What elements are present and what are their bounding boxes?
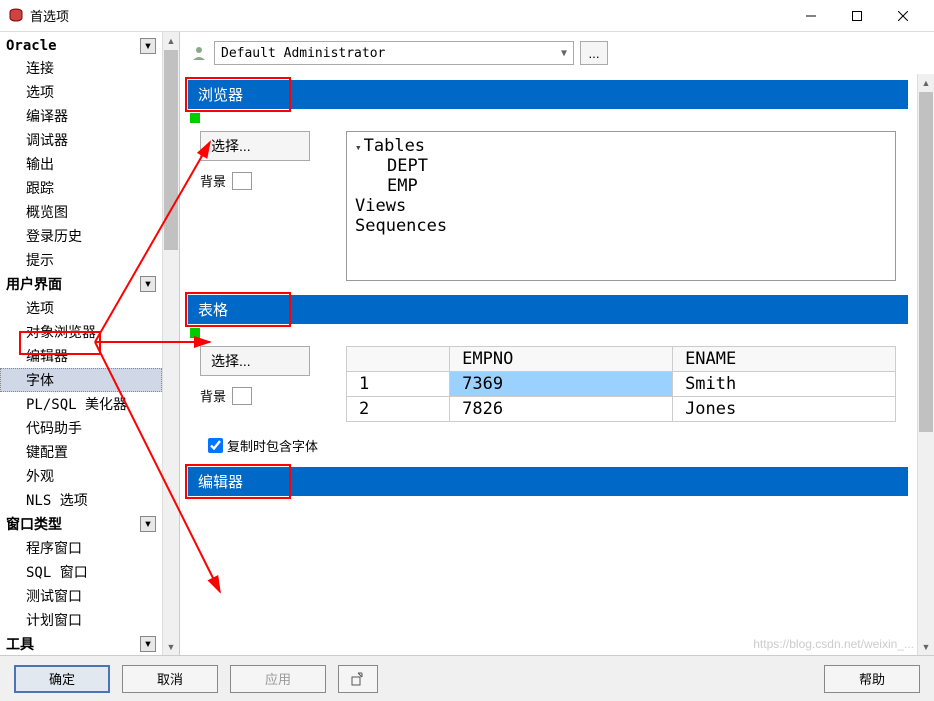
section-header-browser: 浏览器 (188, 80, 908, 109)
tree-sibling: Views (355, 196, 887, 216)
footer: 确定 取消 应用 帮助 (0, 655, 934, 701)
tree-child: DEPT (355, 156, 887, 176)
chevron-down-icon[interactable]: ▾ (140, 516, 156, 532)
tree-item[interactable]: 登录历史 (0, 224, 162, 248)
tree-item[interactable]: 调试器 (0, 128, 162, 152)
help-button[interactable]: 帮助 (824, 665, 920, 693)
tree-group-header[interactable]: 工具▾ (0, 632, 162, 655)
bg-label: 背景 (200, 171, 226, 190)
tree-group-header[interactable]: 用户界面▾ (0, 272, 162, 296)
app-icon (8, 8, 24, 24)
sidebar-scrollbar[interactable]: ▲ ▼ (162, 32, 179, 655)
tree-item[interactable]: 跟踪 (0, 176, 162, 200)
tree-item[interactable]: 输出 (0, 152, 162, 176)
tree-group-header[interactable]: 窗口类型▾ (0, 512, 162, 536)
tree-item[interactable]: 对象浏览器 (0, 320, 162, 344)
export-icon (350, 671, 366, 687)
chevron-down-icon[interactable]: ▾ (140, 38, 156, 54)
green-indicator (190, 113, 200, 123)
table-header (347, 347, 450, 372)
section-header-editor: 编辑器 (188, 467, 908, 496)
minimize-button[interactable] (788, 0, 834, 32)
tree-item[interactable]: 连接 (0, 56, 162, 80)
maximize-button[interactable] (834, 0, 880, 32)
tree-item[interactable]: 程序窗口 (0, 536, 162, 560)
section-title: 编辑器 (198, 474, 243, 491)
tree-item[interactable]: 选项 (0, 80, 162, 104)
tree-item[interactable]: 测试窗口 (0, 584, 162, 608)
tree-item[interactable]: PL/SQL 美化器 (0, 392, 162, 416)
grid-preview: EMPNO ENAME 1 7369 Smith 2 7826 Jones (346, 346, 896, 422)
window-title: 首选项 (30, 6, 788, 25)
titlebar: 首选项 (0, 0, 934, 32)
tree-item[interactable]: 字体 (0, 368, 162, 392)
tree-item[interactable]: SQL 窗口 (0, 560, 162, 584)
cancel-button[interactable]: 取消 (122, 665, 218, 693)
tree-item[interactable]: 代码助手 (0, 416, 162, 440)
export-button[interactable] (338, 665, 378, 693)
tree-item[interactable]: 计划窗口 (0, 608, 162, 632)
chevron-down-icon: ▼ (561, 48, 567, 59)
copy-font-label: 复制时包含字体 (227, 436, 318, 455)
tree-item[interactable]: 外观 (0, 464, 162, 488)
more-button[interactable]: ... (580, 41, 608, 65)
main-scrollbar[interactable]: ▲ ▼ (917, 74, 934, 655)
ok-button[interactable]: 确定 (14, 665, 110, 693)
green-indicator (190, 328, 200, 338)
tree-item[interactable]: 编辑器 (0, 344, 162, 368)
close-button[interactable] (880, 0, 926, 32)
bg-label: 背景 (200, 386, 226, 405)
section-title: 表格 (198, 302, 228, 319)
tree-item[interactable]: 提示 (0, 248, 162, 272)
tree-root: Tables (355, 136, 887, 156)
table-header: EMPNO (450, 347, 673, 372)
table-header: ENAME (673, 347, 896, 372)
chevron-down-icon[interactable]: ▾ (140, 636, 156, 652)
tree-group-header[interactable]: Oracle▾ (0, 36, 162, 56)
main-panel: Default Administrator ▼ ... 浏览器 选择... 背景 (180, 32, 934, 655)
apply-button[interactable]: 应用 (230, 665, 326, 693)
table-row: 2 7826 Jones (347, 397, 896, 422)
table-row: 1 7369 Smith (347, 372, 896, 397)
role-select-value: Default Administrator (221, 46, 385, 61)
tree-item[interactable]: 选项 (0, 296, 162, 320)
copy-font-checkbox[interactable] (208, 438, 223, 453)
section-header-grid: 表格 (188, 295, 908, 324)
chevron-down-icon[interactable]: ▾ (140, 276, 156, 292)
bg-color-swatch[interactable] (232, 387, 252, 405)
sidebar: Oracle▾连接选项编译器调试器输出跟踪概览图登录历史提示用户界面▾选项对象浏… (0, 32, 180, 655)
tree-item[interactable]: NLS 选项 (0, 488, 162, 512)
tree-sibling: Sequences (355, 216, 887, 236)
section-title: 浏览器 (198, 87, 243, 104)
browser-preview: Tables DEPT EMP Views Sequences (346, 131, 896, 281)
select-font-button-browser[interactable]: 选择... (200, 131, 310, 161)
tree-item[interactable]: 键配置 (0, 440, 162, 464)
tree-item[interactable]: 编译器 (0, 104, 162, 128)
tree-child: EMP (355, 176, 887, 196)
select-font-button-grid[interactable]: 选择... (200, 346, 310, 376)
role-select[interactable]: Default Administrator ▼ (214, 41, 574, 65)
role-icon (190, 44, 208, 62)
tree-item[interactable]: 概览图 (0, 200, 162, 224)
bg-color-swatch[interactable] (232, 172, 252, 190)
